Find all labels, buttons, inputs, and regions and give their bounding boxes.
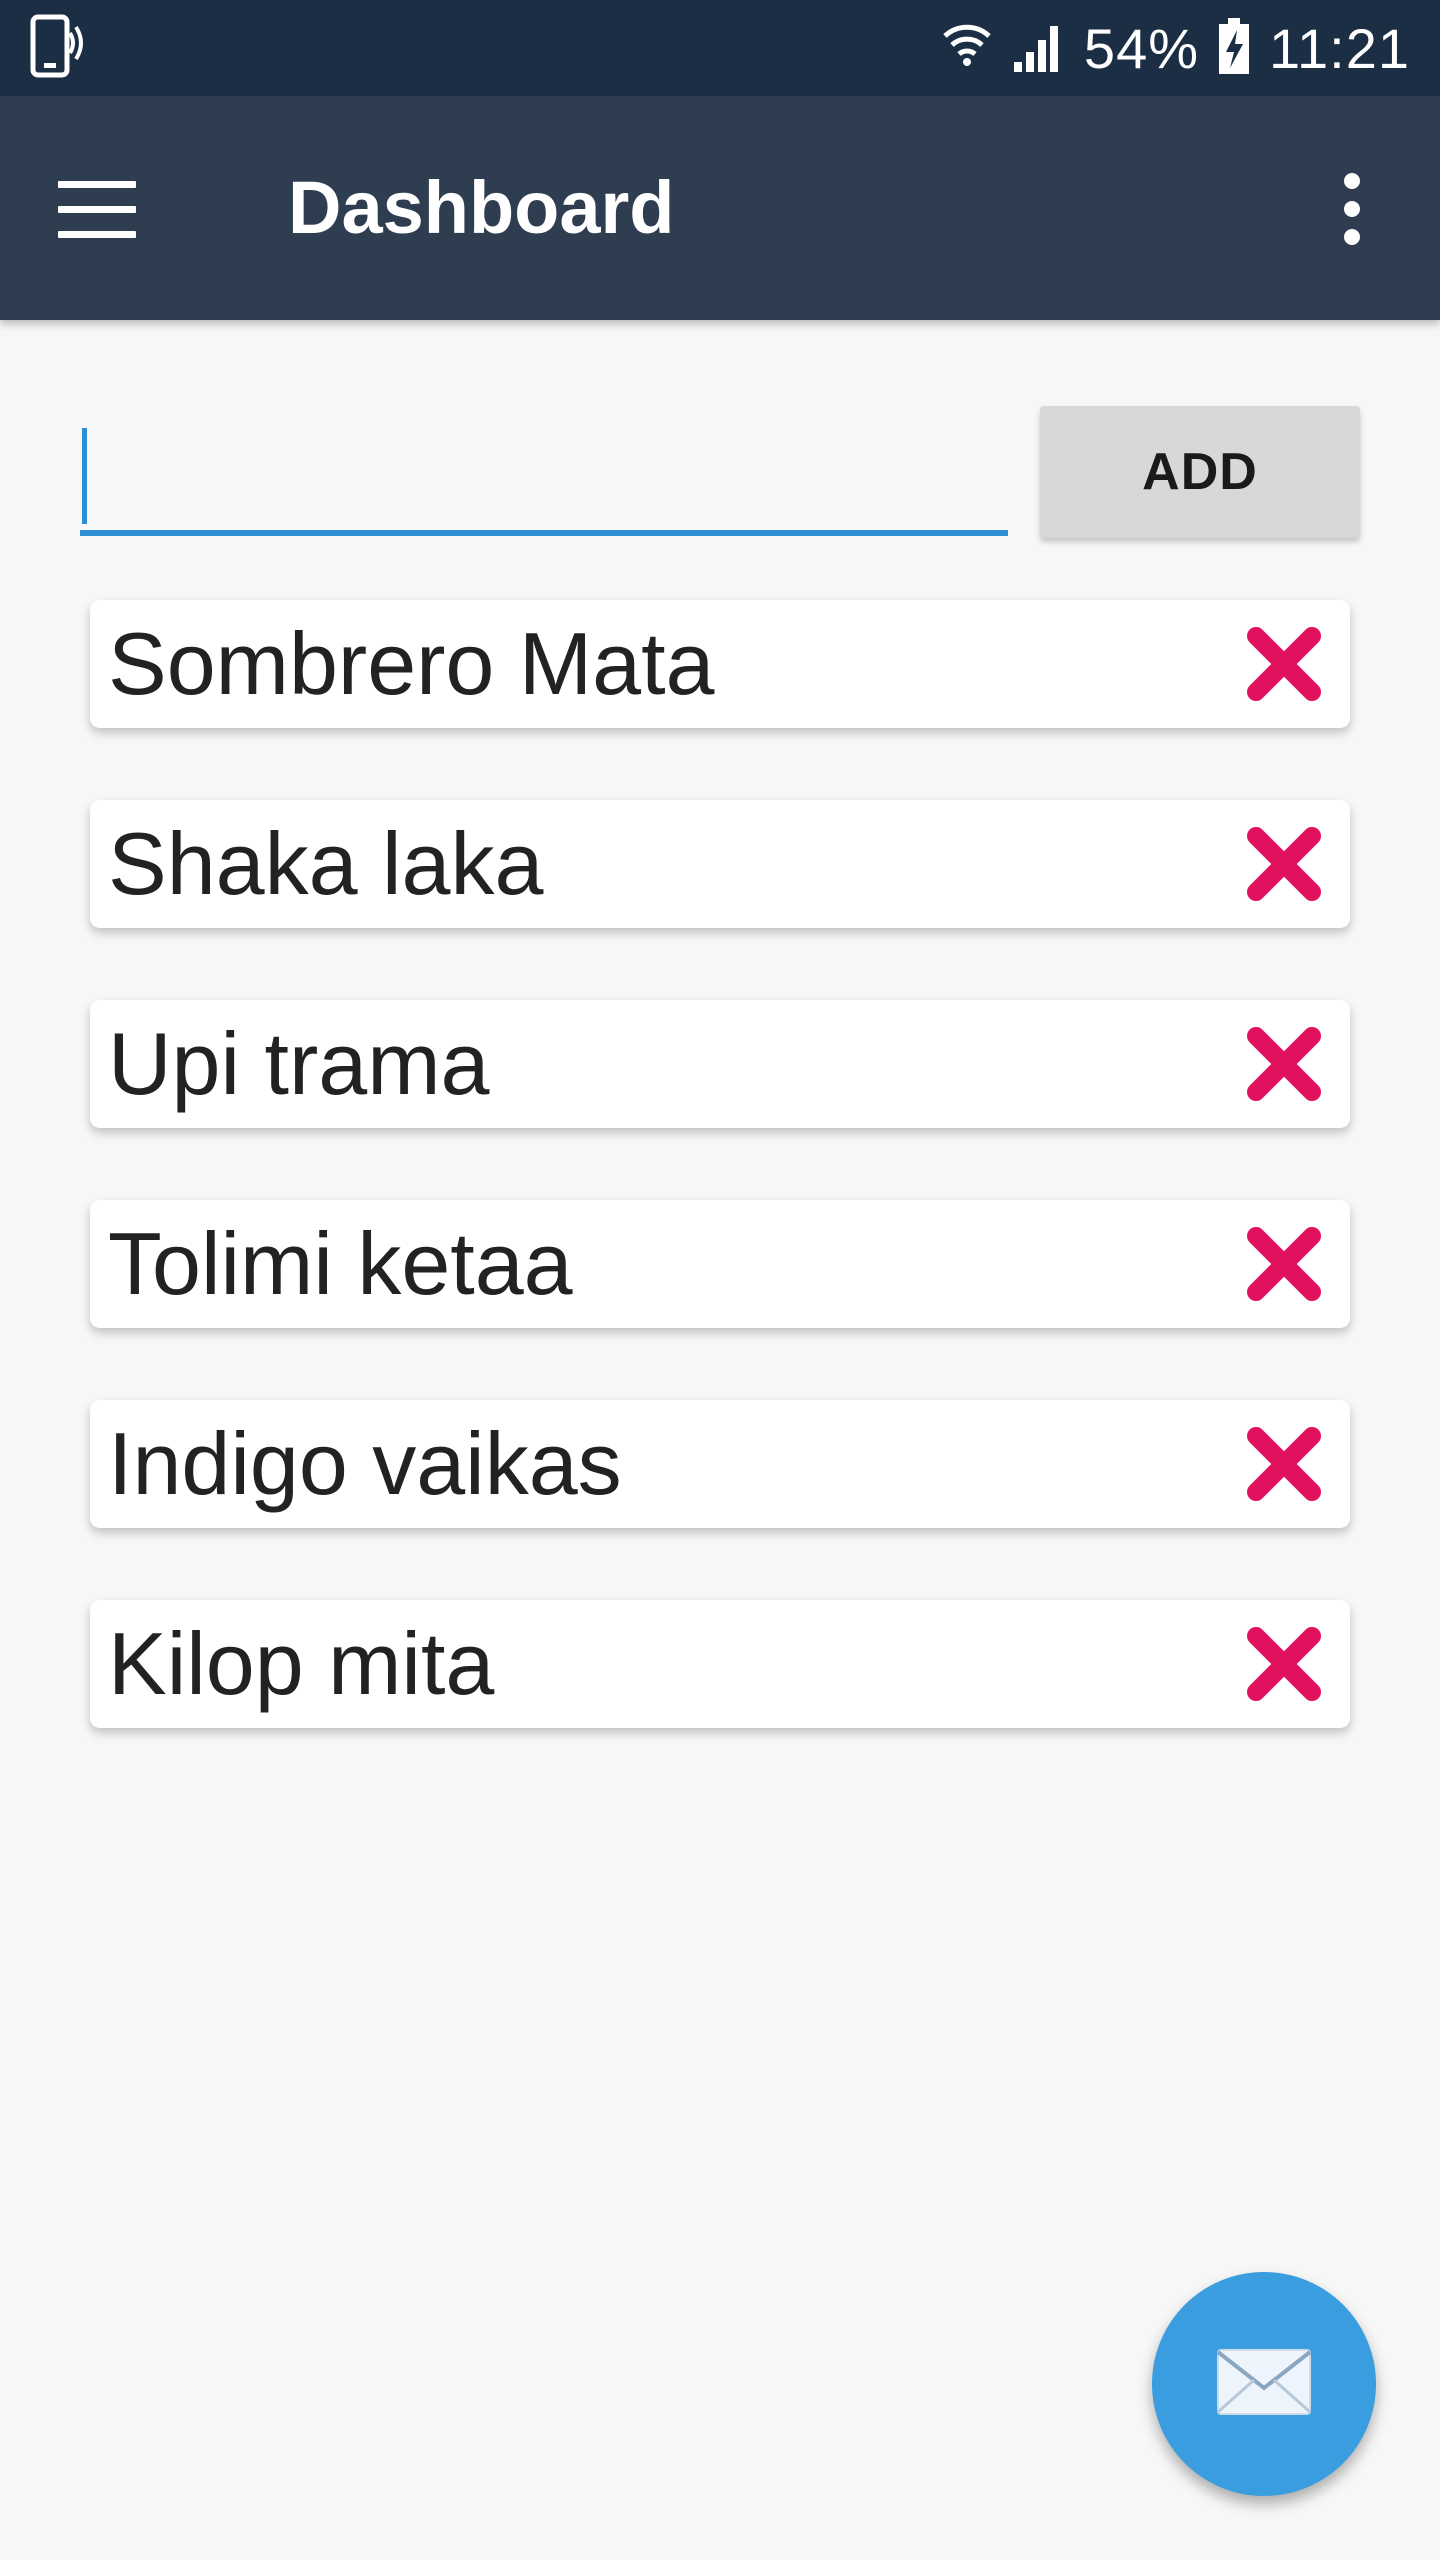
app-bar: Dashboard — [0, 96, 1440, 320]
list-item: Shaka laka — [90, 800, 1350, 928]
close-x-icon[interactable] — [1238, 1418, 1330, 1510]
list-item: Upi trama — [90, 1000, 1350, 1128]
list-item-label: Indigo vaikas — [108, 1414, 622, 1513]
battery-percent: 54% — [1083, 16, 1200, 80]
close-x-icon[interactable] — [1238, 1218, 1330, 1310]
wifi-icon — [942, 18, 992, 79]
add-button[interactable]: ADD — [1040, 406, 1360, 538]
status-bar-right: 54% 11:21 — [924, 16, 1410, 81]
close-x-icon[interactable] — [1238, 618, 1330, 710]
clock: 11:21 — [1269, 16, 1410, 80]
list-item-label: Kilop mita — [108, 1614, 495, 1713]
list-item: Tolimi ketaa — [90, 1200, 1350, 1328]
nfc-phone-icon — [30, 11, 86, 86]
list-item-label: Sombrero Mata — [108, 614, 715, 713]
items-list: Sombrero Mata Shaka laka Upi trama Tolim… — [90, 600, 1350, 1800]
status-bar-left — [30, 11, 86, 86]
hamburger-menu-icon[interactable] — [58, 164, 168, 254]
page-title: Dashboard — [288, 166, 675, 249]
item-input-container — [80, 420, 1008, 536]
list-item: Kilop mita — [90, 1600, 1350, 1728]
mail-fab-button[interactable] — [1152, 2272, 1376, 2496]
list-item: Sombrero Mata — [90, 600, 1350, 728]
status-bar: 54% 11:21 — [0, 0, 1440, 96]
close-x-icon[interactable] — [1238, 1618, 1330, 1710]
mail-icon — [1214, 2346, 1314, 2423]
close-x-icon[interactable] — [1238, 1018, 1330, 1110]
list-item-label: Shaka laka — [108, 814, 544, 913]
battery-charging-icon — [1217, 16, 1251, 81]
close-x-icon[interactable] — [1238, 818, 1330, 910]
list-item: Indigo vaikas — [90, 1400, 1350, 1528]
more-vert-icon[interactable] — [1320, 164, 1384, 254]
list-item-label: Upi trama — [108, 1014, 490, 1113]
signal-icon — [1010, 18, 1066, 79]
item-input[interactable] — [80, 420, 1008, 530]
list-item-label: Tolimi ketaa — [108, 1214, 573, 1313]
text-caret — [82, 428, 87, 524]
